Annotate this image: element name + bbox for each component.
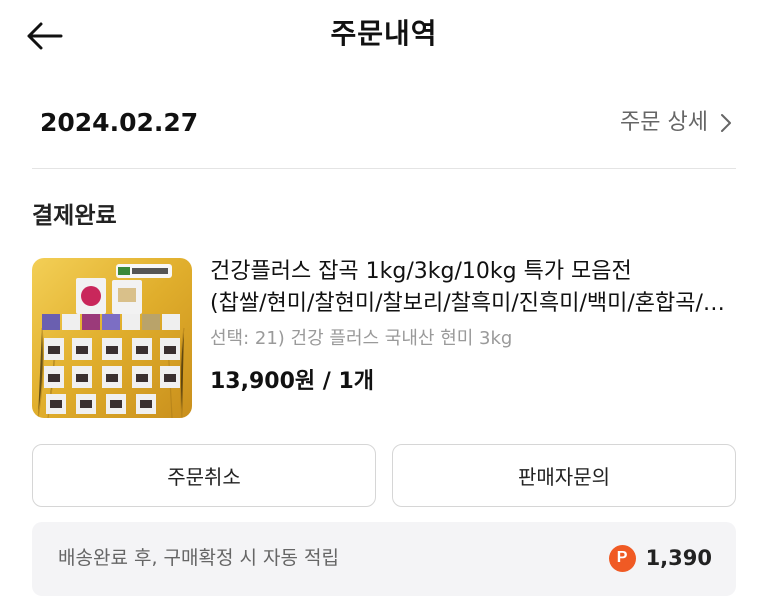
product-price: 13,900원 / 1개 xyxy=(210,369,375,394)
app-header: 주문내역 xyxy=(0,0,768,72)
divider xyxy=(32,168,736,169)
order-detail-label: 주문 상세 xyxy=(620,110,708,135)
order-status: 결제완료 xyxy=(32,203,117,229)
product-image xyxy=(32,258,192,418)
points-value-group: P 1,390 xyxy=(608,542,712,574)
point-coin-icon: P xyxy=(608,544,636,572)
product-thumbnail[interactable] xyxy=(32,258,192,418)
product-option: 선택: 21) 건강 플러스 국내산 현미 3kg xyxy=(210,328,513,349)
product-info[interactable]: 건강플러스 잡곡 1kg/3kg/10kg 특가 모음전 (찹쌀/현미/찰현미/… xyxy=(210,256,745,398)
chevron-right-icon xyxy=(721,114,731,132)
order-date: 2024.02.27 xyxy=(40,108,199,137)
seller-inquiry-button[interactable]: 판매자문의 xyxy=(392,444,736,507)
points-amount: 1,390 xyxy=(645,546,712,570)
order-detail-link[interactable]: 주문 상세 xyxy=(620,106,732,140)
cancel-order-button[interactable]: 주문취소 xyxy=(32,444,376,507)
product-name-line1: 건강플러스 잡곡 1kg/3kg/10kg 특가 모음전 xyxy=(210,259,632,284)
points-description: 배송완료 후, 구매확정 시 자동 적립 xyxy=(58,547,339,569)
product-name-line2: (찹쌀/현미/찰현미/찰보리/찰흑미/진흑미/백미/혼합곡/기타) xyxy=(210,291,735,316)
page-title: 주문내역 xyxy=(330,17,438,50)
order-date-row: 2024.02.27 주문 상세 xyxy=(32,100,736,150)
points-info-box: 배송완료 후, 구매확정 시 자동 적립 P 1,390 xyxy=(32,522,736,596)
